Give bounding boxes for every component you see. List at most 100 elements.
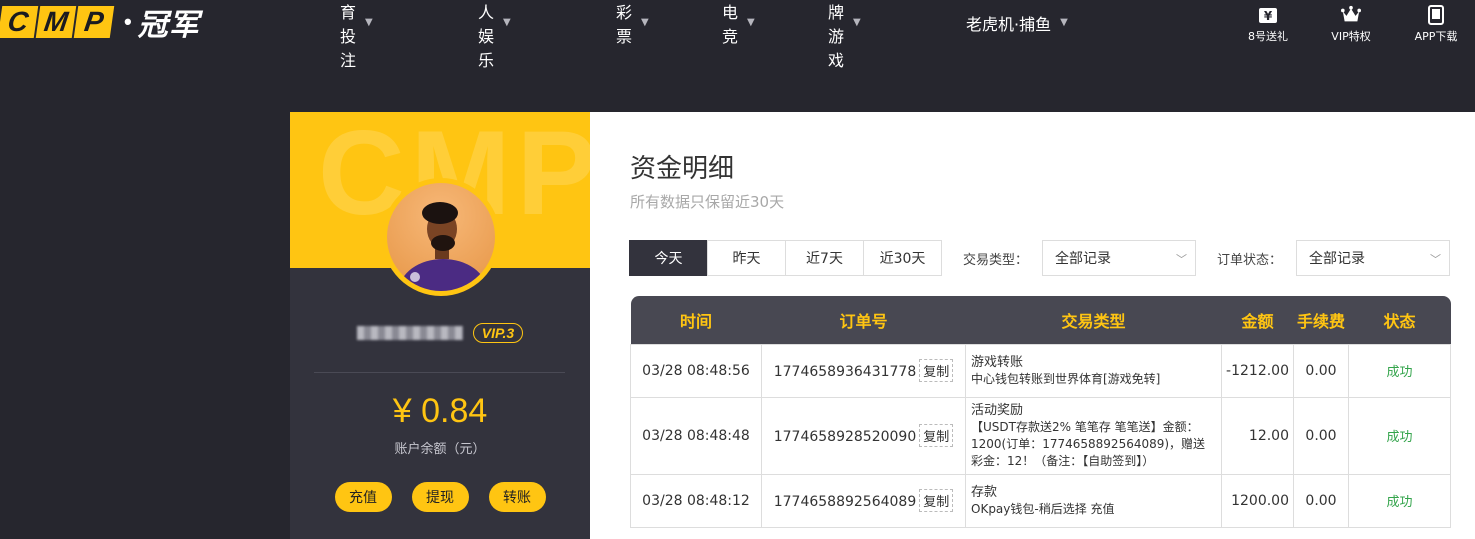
cell-fee: 0.00 (1293, 473, 1349, 528)
tab-7-days[interactable]: 近7天 (785, 240, 864, 276)
quick-link-label: APP下载 (1414, 30, 1458, 43)
transfer-button[interactable]: 转账 (488, 482, 546, 512)
wallet-actions: 充值 提现 转账 (290, 482, 590, 512)
cell-order-no: 1774658928520090 复制 (761, 396, 966, 475)
trade-type-title: 游戏转账 (971, 354, 1024, 370)
cell-amount: -1212.00 (1221, 343, 1294, 398)
svg-text:¥: ¥ (1264, 9, 1273, 23)
order-status-label: 订单状态： (1217, 252, 1283, 268)
copy-button[interactable]: 复制 (919, 359, 954, 382)
nav-item-lottery[interactable]: 彩票 ▼ (616, 0, 649, 47)
profile-panel: CMP VIP.3 ¥ 0.84 账户余额（元） 充值 提现 转账 (290, 112, 590, 539)
order-status-value: 全部记录 (1309, 251, 1366, 267)
cell-amount: 12.00 (1221, 396, 1294, 475)
top-navigation-bar: C M P • 冠军 体育投注 ▼ 真人娱乐 ▼ 彩票 ▼ 电竞 ▼ 棋牌游戏 … (0, 0, 1475, 70)
nav-item-esports[interactable]: 电竞 ▼ (722, 0, 755, 47)
status-badge: 成功 (1386, 495, 1413, 510)
chevron-down-icon: ▼ (747, 17, 755, 28)
deposit-button[interactable]: 充值 (334, 482, 392, 512)
order-number: 1774658936431778 (773, 364, 917, 380)
cell-time: 03/28 08:48:48 (630, 396, 762, 475)
trade-type-detail: 中心钱包转账到世界体育[游戏免转] (971, 371, 1161, 386)
copy-button[interactable]: 复制 (919, 424, 954, 447)
cell-status: 成功 (1348, 473, 1451, 528)
quick-link-app[interactable]: APP下载 (1412, 0, 1460, 45)
logo-chinese-text: 冠军 (137, 8, 200, 43)
tab-30-days[interactable]: 近30天 (863, 240, 942, 276)
quick-link-vip[interactable]: VIP特权 (1329, 0, 1373, 45)
nav-item-label: 体育投注 (340, 2, 357, 70)
logo-letter: M (35, 6, 77, 38)
cell-fee: 0.00 (1293, 343, 1349, 398)
cell-time: 03/28 08:48:56 (630, 343, 762, 398)
nav-item-label: 老虎机·捕鱼 (966, 14, 1052, 34)
chevron-down-icon: ▼ (503, 17, 511, 28)
trade-type-title: 活动奖励 (971, 402, 1024, 418)
column-header-status: 状态 (1348, 296, 1451, 344)
withdraw-button[interactable]: 提现 (411, 482, 469, 512)
page-subtitle: 所有数据只保留近30天 (630, 193, 785, 211)
user-row: VIP.3 (290, 323, 590, 343)
cell-time: 03/28 08:48:12 (630, 473, 762, 528)
tab-yesterday[interactable]: 昨天 (707, 240, 786, 276)
username-blurred (356, 326, 463, 340)
avatar[interactable] (382, 178, 500, 296)
tab-today[interactable]: 今天 (629, 240, 708, 276)
nav-item-card-games[interactable]: 棋牌游戏 ▼ (828, 0, 861, 71)
chevron-down-icon: ▼ (365, 17, 373, 28)
cell-status: 成功 (1348, 343, 1451, 398)
cell-trade-type: 存款 OKpay钱包-稍后选择 充值 (965, 473, 1222, 528)
cell-status: 成功 (1348, 396, 1451, 475)
table-header-row: 时间 订单号 交易类型 金额 手续费 状态 (630, 296, 1451, 344)
trade-type-title: 存款 (971, 484, 998, 500)
transactions-table: 时间 订单号 交易类型 金额 手续费 状态 03/28 08:48:56 177… (630, 296, 1451, 528)
nav-item-label: 电竞 (722, 2, 739, 46)
balance-label: 账户余额（元） (394, 442, 486, 457)
cell-fee: 0.00 (1293, 396, 1349, 475)
chevron-down-icon: ﹀ (1176, 253, 1188, 266)
trade-type-label: 交易类型： (963, 252, 1029, 268)
trade-type-detail: 【USDT存款送2% 笔笔存 笔笔送】金额：1200(订单：1774658892… (971, 419, 1206, 468)
logo-letters: C M P (0, 6, 115, 38)
nav-item-live-casino[interactable]: 真人娱乐 ▼ (478, 0, 511, 71)
cell-trade-type: 游戏转账 中心钱包转账到世界体育[游戏免转] (965, 343, 1222, 398)
status-badge: 成功 (1386, 365, 1413, 380)
order-number: 1774658892564089 (773, 494, 917, 510)
page-title: 资金明细 (630, 154, 735, 184)
logo-letter: C (0, 6, 39, 38)
table-row: 03/28 08:48:48 1774658928520090 复制 活动奖励 【U… (630, 396, 1451, 475)
column-header-order-no: 订单号 (761, 296, 966, 344)
column-header-trade-type: 交易类型 (965, 296, 1222, 344)
status-badge: 成功 (1386, 430, 1413, 445)
order-number: 1774658928520090 (773, 429, 917, 445)
column-header-fee: 手续费 (1293, 296, 1349, 344)
logo-dot: • (124, 9, 132, 34)
trade-type-value: 全部记录 (1055, 251, 1112, 267)
account-balance: ¥ 0.84 (392, 392, 488, 430)
copy-button[interactable]: 复制 (919, 489, 954, 512)
chevron-down-icon: ▼ (1060, 17, 1068, 28)
chevron-down-icon: ▼ (641, 17, 649, 28)
nav-item-label: 彩票 (616, 2, 633, 46)
logo-letter: P (73, 6, 115, 38)
trade-type-detail: OKpay钱包-稍后选择 充值 (971, 501, 1115, 516)
trade-type-select[interactable]: 全部记录 ﹀ (1042, 240, 1197, 276)
quick-link-gift[interactable]: ¥ 8号送礼 (1246, 0, 1290, 45)
cell-trade-type: 活动奖励 【USDT存款送2% 笔笔存 笔笔送】金额：1200(订单：177465… (965, 396, 1222, 475)
vip-badge[interactable]: VIP.3 (472, 323, 524, 343)
cell-amount: 1200.00 (1221, 473, 1294, 528)
crown-icon (1341, 5, 1361, 25)
nav-item-label: 真人娱乐 (478, 2, 495, 70)
nav-item-sports[interactable]: 体育投注 ▼ (340, 0, 373, 71)
column-header-amount: 金额 (1221, 296, 1294, 344)
chevron-down-icon: ▼ (853, 17, 861, 28)
site-logo[interactable]: C M P • 冠军 (0, 4, 200, 43)
cell-order-no: 1774658936431778 复制 (761, 343, 966, 398)
filter-bar: 今天 昨天 近7天 近30天 交易类型： 全部记录 ﹀ 订单状态： 全部记录 ﹀ (629, 240, 1451, 276)
phone-icon (1426, 5, 1446, 25)
nav-item-slots-fishing[interactable]: 老虎机·捕鱼 ▼ (966, 11, 1068, 35)
chevron-down-icon: ﹀ (1430, 253, 1442, 266)
cell-order-no: 1774658892564089 复制 (761, 473, 966, 528)
order-status-select[interactable]: 全部记录 ﹀ (1296, 240, 1451, 276)
quick-link-label: 8号送礼 (1248, 30, 1288, 43)
